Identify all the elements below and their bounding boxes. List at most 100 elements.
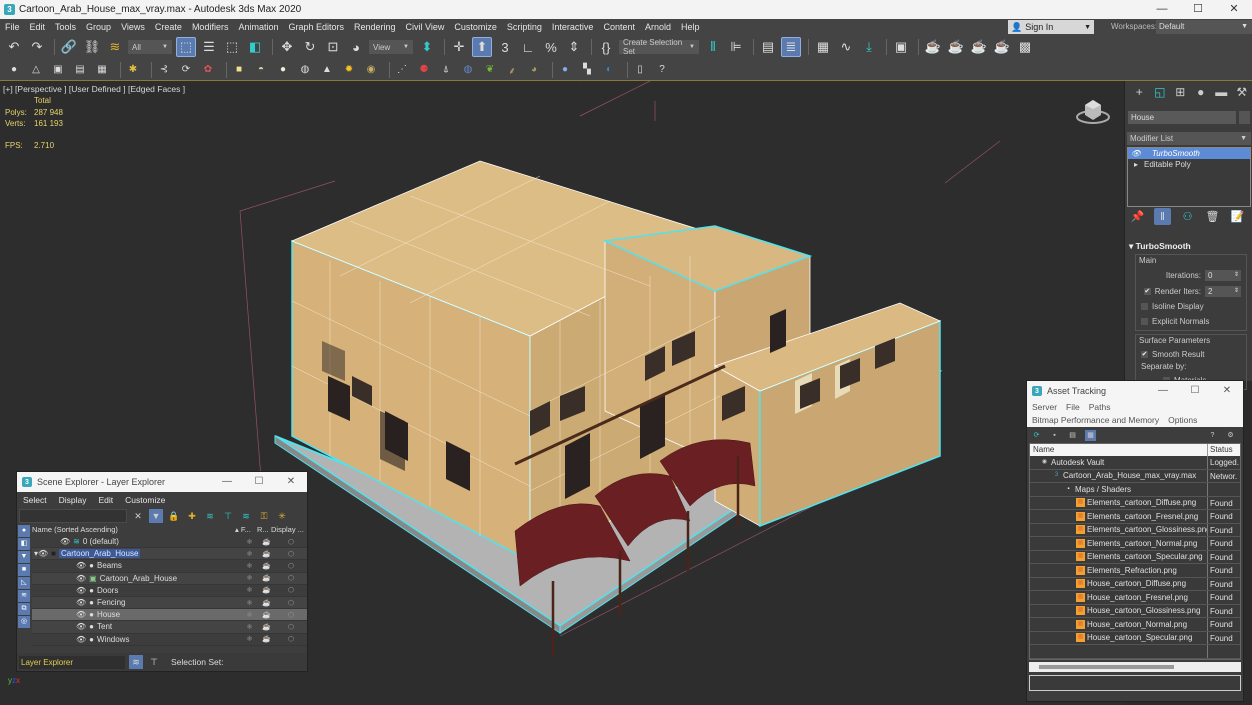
freeze-icon[interactable]: ❄ (241, 623, 258, 631)
asset-row[interactable]: ▦ House_cartoon_Glossiness.png Found (1030, 604, 1240, 618)
asset-row[interactable]: ▦ Elements_Refraction.png Found (1030, 564, 1240, 578)
helper-icon[interactable]: ⊰ (156, 62, 172, 78)
render-teapot-icon[interactable]: ☕ (258, 611, 275, 619)
iterations-spinner[interactable]: 0 ⇕ (1205, 269, 1241, 281)
visibility-eye-icon[interactable]: 👁 (76, 635, 86, 644)
add-to-layer-icon[interactable]: ✚ (185, 509, 199, 523)
column-header-name[interactable]: Name (Sorted Ascending) (32, 525, 235, 536)
render-teapot-icon[interactable]: ☕ (258, 623, 275, 631)
ambient-light-icon[interactable]: ◉ (363, 62, 379, 78)
display-geometry-icon[interactable]: ● (18, 525, 30, 537)
menu-modifiers[interactable]: Modifiers (187, 19, 234, 35)
edit-named-selection-icon[interactable]: {} (596, 37, 616, 57)
sphere-light-icon[interactable]: ● (275, 62, 291, 78)
layer-row[interactable]: 👁 ● Beams ❄ ☕ ⬡ (32, 560, 307, 573)
display-box-icon[interactable]: ⬡ (275, 599, 307, 607)
hierarchy-tree-icon[interactable]: ⊤ (147, 655, 161, 669)
at-menu-paths[interactable]: Paths (1089, 402, 1111, 412)
column-header-frozen[interactable]: ▴ F... (235, 525, 257, 536)
column-header-render[interactable]: R... (257, 525, 271, 536)
plant-icon[interactable]: ⸙ (504, 62, 520, 78)
menu-animation[interactable]: Animation (233, 19, 283, 35)
column-header-display[interactable]: Display ... (271, 525, 307, 536)
render-iters-spinner[interactable]: 2 ⇕ (1205, 285, 1241, 297)
proxy-icon[interactable]: ⚈ (416, 62, 432, 78)
render-teapot-icon[interactable]: ☕ (258, 574, 275, 582)
render-in-cloud-icon[interactable]: ☕ (992, 37, 1012, 57)
pin-stack-icon[interactable]: 📌 (1129, 208, 1146, 225)
create-tab-icon[interactable]: + (1129, 85, 1150, 99)
render-teapot-icon[interactable]: ☕ (258, 586, 275, 594)
hierarchy-tab-icon[interactable]: ⊞ (1170, 85, 1191, 99)
display-box-icon[interactable]: ⬡ (275, 635, 307, 643)
asset-row[interactable]: ▦ House_cartoon_Specular.png Found (1030, 631, 1240, 645)
visibility-eye-icon[interactable]: 👁 (60, 537, 70, 546)
asset-row[interactable]: ▦ House_cartoon_Fresnel.png Found (1030, 591, 1240, 605)
hierarchy-icon[interactable]: ⊤ (221, 509, 235, 523)
place-icon[interactable]: ◕ (346, 37, 366, 57)
viewcube-icon[interactable] (1075, 93, 1111, 127)
rock-icon[interactable]: ◕ (526, 62, 542, 78)
horizontal-scrollbar[interactable] (1029, 662, 1241, 672)
material-ball-icon[interactable]: ● (557, 62, 573, 78)
asset-row[interactable]: ▦ Elements_cartoon_Normal.png Found (1030, 537, 1240, 551)
freeze-icon[interactable]: ❄ (241, 550, 258, 558)
menu-interactive[interactable]: Interactive (547, 19, 599, 35)
minimize-button[interactable]: — (1147, 381, 1179, 401)
layer-row[interactable]: ▾ 👁 ■ Cartoon_Arab_House ❄ ☕ ⬡ (32, 548, 307, 561)
freeze-icon[interactable]: ❄ (241, 562, 258, 570)
menu-create[interactable]: Create (150, 19, 187, 35)
display-xrefs-icon[interactable]: ◎ (18, 616, 30, 628)
doc-icon[interactable]: ▣ (50, 62, 66, 78)
shape-icon[interactable]: △ (28, 62, 44, 78)
sun-icon[interactable]: ✹ (341, 62, 357, 78)
display-box-icon[interactable]: ⬡ (275, 550, 307, 558)
modify-tab-icon[interactable]: ◱ (1150, 85, 1171, 99)
at-menu-server[interactable]: Server (1032, 402, 1057, 412)
column-header-name[interactable]: Name (1030, 444, 1207, 456)
explorer-type-dropdown[interactable]: Layer Explorer (19, 655, 125, 669)
menu-customize[interactable]: Customize (449, 19, 502, 35)
asset-row[interactable]: ▦ Elements_cartoon_Diffuse.png Found (1030, 496, 1240, 510)
visibility-eye-icon[interactable]: 👁 (76, 561, 86, 570)
layer-row[interactable]: 👁 ● Windows ❄ ☕ ⬡ (32, 634, 307, 646)
display-groups-icon[interactable]: ⧉ (18, 603, 30, 615)
smooth-result-checkbox[interactable]: ✔ (1141, 351, 1148, 358)
workspace-dropdown[interactable]: Default ▼ (1156, 20, 1252, 34)
asset-row[interactable]: ▦ House_cartoon_Normal.png Found (1030, 618, 1240, 632)
menu-help[interactable]: Help (676, 19, 705, 35)
toggle-layer-explorer-icon[interactable]: ≣ (781, 37, 801, 57)
grid-doc-icon[interactable]: ▦ (94, 62, 110, 78)
se-menu-edit[interactable]: Edit (93, 495, 120, 505)
asset-row[interactable]: ▦ Elements_cartoon_Glossiness.png Found (1030, 523, 1240, 537)
menu-scripting[interactable]: Scripting (502, 19, 547, 35)
visibility-eye-icon[interactable]: 👁 (38, 549, 48, 558)
layer-row[interactable]: 👁 ≋ 0 (default) ❄ ☕ ⬡ (32, 536, 307, 549)
mesh-light-icon[interactable]: ◍ (297, 62, 313, 78)
fur-icon[interactable]: ⋰ (394, 62, 410, 78)
menu-file[interactable]: File (0, 19, 25, 35)
toggle-scene-explorer-icon[interactable]: ▤ (758, 37, 778, 57)
rollout-title[interactable]: ▾ TurboSmooth (1129, 241, 1249, 253)
render-element-icon[interactable]: ◐ (601, 62, 617, 78)
freeze-icon[interactable]: ❄ (241, 599, 258, 607)
render-teapot-icon[interactable]: ☕ (258, 538, 275, 546)
visibility-eye-icon[interactable]: 👁 (76, 574, 86, 583)
visibility-eye-icon[interactable]: 👁 (76, 622, 86, 631)
menu-views[interactable]: Views (116, 19, 150, 35)
display-box-icon[interactable]: ⬡ (275, 538, 307, 546)
keyboard-shortcut-override-icon[interactable]: ⬆ (472, 37, 492, 57)
menu-civil-view[interactable]: Civil View (401, 19, 450, 35)
help-icon[interactable]: ? (1207, 430, 1218, 441)
stack-item-editable-poly[interactable]: ▸ Editable Poly (1128, 159, 1250, 170)
asset-row[interactable]: 3 Cartoon_Arab_House_max_vray.max Networ. (1030, 469, 1240, 483)
visibility-eye-icon[interactable]: 👁 (76, 598, 86, 607)
render-production-icon[interactable]: ☕ (969, 37, 989, 57)
window-crossing-icon[interactable]: ◧ (245, 37, 265, 57)
at-menu-options[interactable]: Options (1168, 415, 1197, 425)
rotate-icon[interactable]: ↻ (300, 37, 320, 57)
lock-icon[interactable]: 🔒 (167, 509, 181, 523)
display-lights-icon[interactable]: ▼ (18, 551, 30, 563)
help-icon[interactable]: ? (654, 62, 670, 78)
display-cameras-icon[interactable]: ■ (18, 564, 30, 576)
